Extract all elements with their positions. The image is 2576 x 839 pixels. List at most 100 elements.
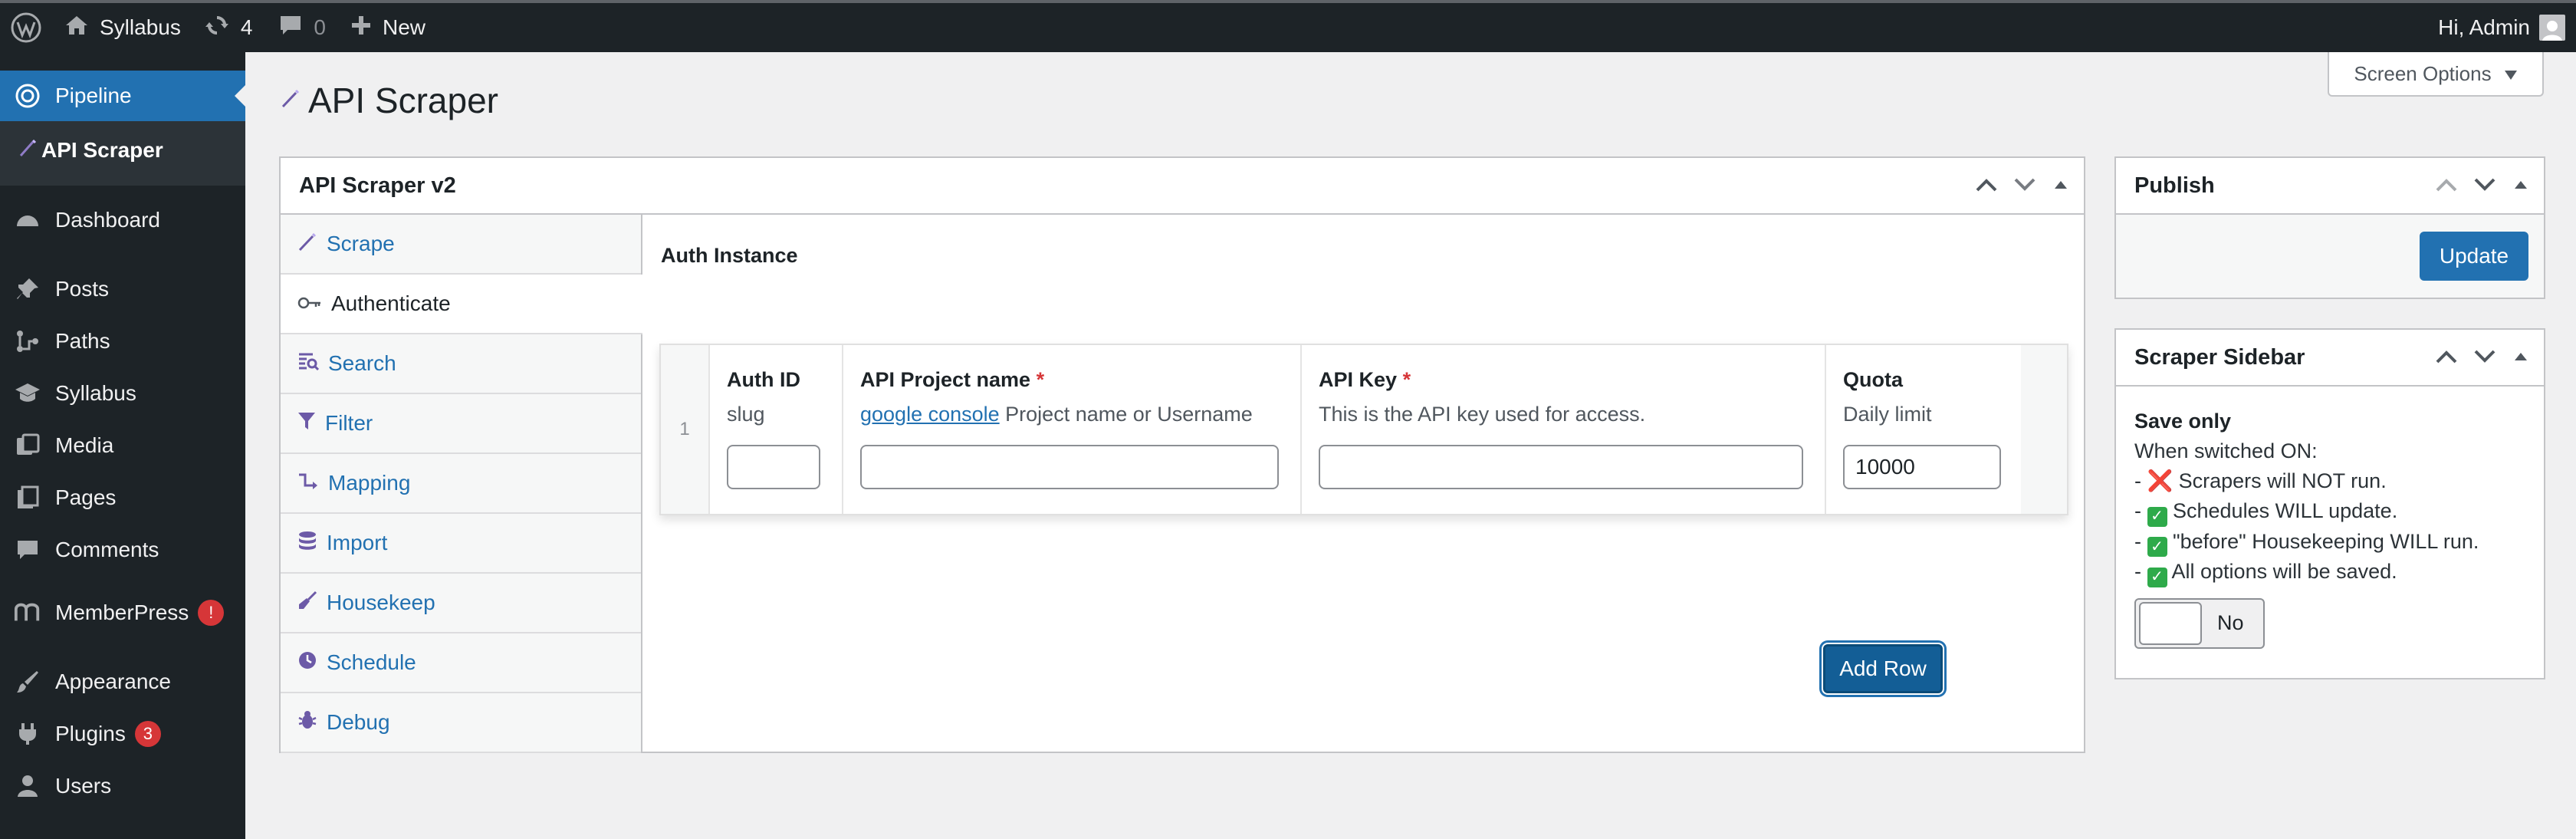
cross-mark-icon: ❌ — [2147, 469, 2174, 492]
chevron-up-icon[interactable] — [2435, 345, 2458, 370]
sidebar-item-comments[interactable]: Comments — [0, 528, 245, 572]
sidebar-item-label: Comments — [55, 538, 159, 561]
tab-label: Schedule — [327, 650, 416, 674]
sidebar-item-appearance[interactable]: Appearance — [0, 660, 245, 704]
tab-label: Scrape — [327, 232, 395, 255]
sidebar-item-label: Appearance — [55, 670, 172, 693]
postbox-header: Scraper Sidebar — [2116, 330, 2544, 387]
sidebar-item-syllabus[interactable]: Syllabus — [0, 371, 245, 416]
sidebar-item-memberpress[interactable]: MemberPress ! — [0, 591, 245, 635]
plugin-icon — [14, 720, 41, 748]
quota-input[interactable] — [1843, 445, 2001, 489]
scraper-sidebar-postbox: Scraper Sidebar Save only When switched … — [2114, 328, 2545, 679]
save-only-toggle[interactable]: No — [2134, 597, 2265, 649]
new-content-link[interactable]: New — [326, 3, 426, 52]
auth-id-input[interactable] — [727, 445, 820, 489]
sidebar-item-media[interactable]: Media — [0, 423, 245, 468]
alert-badge: ! — [198, 600, 225, 626]
updates-icon — [204, 12, 230, 44]
scraper-wand-icon — [18, 138, 37, 163]
required-marker: * — [1402, 368, 1411, 391]
tab-housekeep[interactable]: Housekeep — [281, 574, 641, 633]
tab-scrape[interactable]: Scrape — [281, 215, 641, 275]
column-label: Auth ID — [727, 368, 800, 391]
api-project-name-input[interactable] — [860, 445, 1279, 489]
check-mark-icon: ✓ — [2147, 537, 2167, 557]
toggle-panel-icon[interactable] — [2512, 173, 2530, 198]
info-line: - ❌ Scrapers will NOT run. — [2134, 469, 2387, 492]
update-button[interactable]: Update — [2420, 232, 2528, 281]
my-account-link[interactable]: Hi, Admin — [2438, 3, 2576, 52]
admin-sidebar: Pipeline API Scraper Dashboard Posts Pat… — [0, 52, 245, 839]
column-label: Quota — [1843, 368, 1903, 391]
sidebar-item-label: Dashboard — [55, 208, 160, 232]
section-label: Auth Instance — [661, 244, 798, 267]
page-title: API Scraper — [308, 81, 498, 120]
handle-actions — [2435, 345, 2544, 370]
memberpress-icon — [14, 599, 41, 627]
submenu-item-label: API Scraper — [41, 138, 163, 162]
sidebar-item-pages[interactable]: Pages — [0, 475, 245, 520]
comments-link[interactable]: 0 — [252, 3, 326, 52]
add-row-button[interactable]: Add Row — [1823, 644, 1943, 693]
sidebar-item-dashboard[interactable]: Dashboard — [0, 198, 245, 242]
key-icon — [297, 291, 322, 316]
check-mark-icon: ✓ — [2147, 506, 2167, 527]
sidebar-item-users[interactable]: Users — [0, 764, 245, 808]
media-icon — [14, 432, 41, 459]
scraper-sidebar-body: Save only When switched ON: - ❌ Scrapers… — [2116, 387, 2544, 669]
pages-icon — [14, 484, 41, 512]
wordpress-logo-icon[interactable] — [0, 3, 52, 52]
mapping-icon — [297, 471, 319, 495]
submenu-item-api-scraper[interactable]: API Scraper — [18, 138, 163, 163]
home-icon — [64, 13, 89, 43]
chevron-up-icon[interactable] — [1975, 173, 1998, 198]
row-number: 1 — [661, 345, 710, 514]
broom-icon — [297, 591, 317, 616]
api-key-input[interactable] — [1319, 445, 1803, 489]
screen-options-button[interactable]: Screen Options — [2328, 52, 2544, 97]
tab-label: Housekeep — [327, 591, 435, 614]
sidebar-item-paths[interactable]: Paths — [0, 319, 245, 364]
site-name-link[interactable]: Syllabus — [52, 3, 181, 52]
info-line: - ✓ Schedules WILL update. — [2134, 496, 2525, 527]
sidebar-item-posts[interactable]: Posts — [0, 267, 245, 311]
tab-mapping[interactable]: Mapping — [281, 454, 641, 514]
sidebar-item-label: Posts — [55, 277, 110, 301]
pipeline-icon — [14, 82, 41, 110]
required-marker: * — [1036, 368, 1045, 391]
chevron-up-icon[interactable] — [2435, 173, 2458, 198]
tab-import[interactable]: Import — [281, 514, 641, 574]
toggle-panel-icon[interactable] — [2512, 345, 2530, 370]
chevron-down-icon[interactable] — [2473, 345, 2496, 370]
toggle-panel-icon[interactable] — [2052, 173, 2070, 198]
filter-icon — [297, 411, 316, 436]
toggle-state-label: No — [2217, 611, 2244, 634]
search-list-icon — [297, 351, 320, 377]
chevron-down-icon[interactable] — [2013, 173, 2036, 198]
sidebar-item-plugins[interactable]: Plugins 3 — [0, 712, 245, 756]
chevron-down-icon[interactable] — [2473, 173, 2496, 198]
comments-count: 0 — [314, 15, 326, 39]
comment-bubble-icon — [278, 13, 303, 43]
row-actions-gutter — [2021, 345, 2067, 514]
handle-actions — [1975, 173, 2084, 198]
plus-icon — [350, 15, 372, 41]
tab-search[interactable]: Search — [281, 334, 641, 394]
column-description: This is the API key used for access. — [1319, 403, 1646, 426]
tab-schedule[interactable]: Schedule — [281, 633, 641, 693]
tab-debug[interactable]: Debug — [281, 693, 641, 753]
toggle-knob[interactable] — [2139, 601, 2202, 645]
updates-link[interactable]: 4 — [181, 3, 252, 52]
sidebar-item-pipeline[interactable]: Pipeline — [0, 71, 245, 121]
tab-filter[interactable]: Filter — [281, 394, 641, 454]
tab-authenticate[interactable]: Authenticate — [281, 275, 642, 334]
clock-icon — [297, 650, 317, 676]
column-description: Daily limit — [1843, 403, 1932, 426]
google-console-link[interactable]: google console — [860, 403, 1000, 426]
database-icon — [297, 531, 317, 556]
info-line: - ✓ "before" Housekeeping WILL run. — [2134, 527, 2525, 557]
dashboard-icon — [14, 206, 41, 234]
sidebar-item-label: Paths — [55, 329, 110, 353]
admin-bar: Syllabus 4 0 New Hi, Admin — [0, 0, 2576, 52]
